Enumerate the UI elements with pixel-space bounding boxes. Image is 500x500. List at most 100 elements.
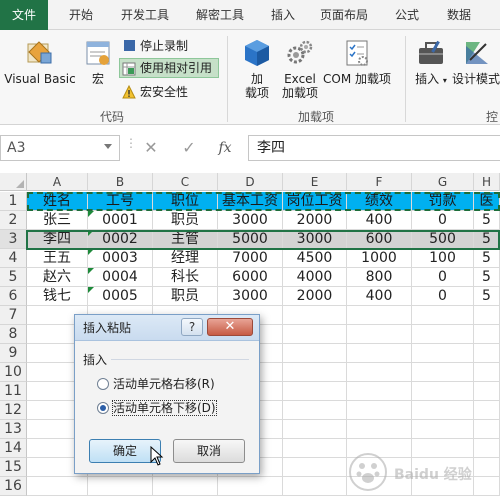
cell-a3[interactable]: 李四: [27, 230, 88, 249]
cell-h10[interactable]: [474, 363, 500, 382]
row-header-4[interactable]: 4: [0, 249, 27, 268]
column-header-g[interactable]: G: [412, 173, 474, 191]
cell-h5[interactable]: 5: [474, 268, 500, 287]
cell-e14[interactable]: [283, 439, 347, 458]
cell-f7[interactable]: [347, 306, 412, 325]
row-header-13[interactable]: 13: [0, 420, 27, 439]
cell-g5[interactable]: 0: [412, 268, 474, 287]
row-header-5[interactable]: 5: [0, 268, 27, 287]
cell-f3[interactable]: 600: [347, 230, 412, 249]
cell-b2[interactable]: 0001: [88, 211, 153, 230]
cell-d16[interactable]: [218, 477, 283, 496]
macros-button[interactable]: 宏: [82, 38, 114, 86]
cell-d3[interactable]: 5000: [218, 230, 283, 249]
cell-f13[interactable]: [347, 420, 412, 439]
ribbon-tab-1[interactable]: 开始: [58, 0, 104, 30]
cell-e3[interactable]: 3000: [283, 230, 347, 249]
cell-f4[interactable]: 1000: [347, 249, 412, 268]
cell-e5[interactable]: 4000: [283, 268, 347, 287]
cell-g9[interactable]: [412, 344, 474, 363]
formula-input[interactable]: 李四: [248, 135, 500, 161]
cell-g3[interactable]: 500: [412, 230, 474, 249]
cell-b16[interactable]: [88, 477, 153, 496]
cell-d4[interactable]: 7000: [218, 249, 283, 268]
cell-g4[interactable]: 100: [412, 249, 474, 268]
ribbon-tab-2[interactable]: 开发工具: [110, 0, 180, 30]
macro-security-button[interactable]: 宏安全性: [120, 82, 222, 102]
name-box-dropdown-icon[interactable]: [104, 144, 112, 149]
close-button[interactable]: ✕: [207, 318, 253, 336]
cell-f5[interactable]: 800: [347, 268, 412, 287]
cell-c3[interactable]: 主管: [153, 230, 218, 249]
cell-e16[interactable]: [283, 477, 347, 496]
row-header-7[interactable]: 7: [0, 306, 27, 325]
cell-c2[interactable]: 职员: [153, 211, 218, 230]
cancel-entry-icon[interactable]: ✕: [140, 137, 162, 159]
cell-h12[interactable]: [474, 401, 500, 420]
row-header-8[interactable]: 8: [0, 325, 27, 344]
cell-d1[interactable]: 基本工资: [218, 192, 283, 211]
cancel-button[interactable]: 取消: [173, 439, 245, 463]
column-header-a[interactable]: A: [27, 173, 88, 191]
row-header-14[interactable]: 14: [0, 439, 27, 458]
ribbon-tab-4[interactable]: 插入: [262, 0, 304, 30]
row-header-15[interactable]: 15: [0, 458, 27, 477]
cell-d5[interactable]: 6000: [218, 268, 283, 287]
ribbon-tab-0[interactable]: 文件: [0, 0, 48, 30]
stop-recording-button[interactable]: 停止录制: [120, 36, 222, 56]
cell-c4[interactable]: 经理: [153, 249, 218, 268]
cell-e11[interactable]: [283, 382, 347, 401]
column-header-f[interactable]: F: [347, 173, 412, 191]
cell-d2[interactable]: 3000: [218, 211, 283, 230]
ribbon-tab-5[interactable]: 页面布局: [311, 0, 377, 30]
row-header-9[interactable]: 9: [0, 344, 27, 363]
cell-h7[interactable]: [474, 306, 500, 325]
cell-g8[interactable]: [412, 325, 474, 344]
cell-h6[interactable]: 5: [474, 287, 500, 306]
cell-f12[interactable]: [347, 401, 412, 420]
cell-g6[interactable]: 0: [412, 287, 474, 306]
cell-h3[interactable]: 5: [474, 230, 500, 249]
cell-e1[interactable]: 岗位工资: [283, 192, 347, 211]
name-box[interactable]: A3: [0, 135, 120, 161]
cell-g7[interactable]: [412, 306, 474, 325]
cell-c6[interactable]: 职员: [153, 287, 218, 306]
ribbon-tab-6[interactable]: 公式: [385, 0, 429, 30]
column-header-d[interactable]: D: [218, 173, 283, 191]
ribbon-tab-3[interactable]: 解密工具: [187, 0, 253, 30]
radio-shift-down[interactable]: 活动单元格下移(D): [95, 399, 255, 417]
cell-e6[interactable]: 2000: [283, 287, 347, 306]
cell-f2[interactable]: 400: [347, 211, 412, 230]
cell-f6[interactable]: 400: [347, 287, 412, 306]
cell-f10[interactable]: [347, 363, 412, 382]
cell-d6[interactable]: 3000: [218, 287, 283, 306]
cell-c1[interactable]: 职位: [153, 192, 218, 211]
use-relative-references-button[interactable]: 使用相对引用: [119, 58, 219, 78]
cell-a2[interactable]: 张三: [27, 211, 88, 230]
cell-a16[interactable]: [27, 477, 88, 496]
cell-b5[interactable]: 0004: [88, 268, 153, 287]
row-header-6[interactable]: 6: [0, 287, 27, 306]
cell-g12[interactable]: [412, 401, 474, 420]
cell-h1[interactable]: 医: [474, 192, 500, 211]
insert-control-button[interactable]: 插入 ▾: [412, 38, 450, 88]
cell-a6[interactable]: 钱七: [27, 287, 88, 306]
cell-b3[interactable]: 0002: [88, 230, 153, 249]
cell-h11[interactable]: [474, 382, 500, 401]
cell-g13[interactable]: [412, 420, 474, 439]
addins-button[interactable]: 加 载项: [236, 38, 278, 100]
cell-g1[interactable]: 罚款: [412, 192, 474, 211]
cell-b4[interactable]: 0003: [88, 249, 153, 268]
cell-e8[interactable]: [283, 325, 347, 344]
cell-g10[interactable]: [412, 363, 474, 382]
cell-g11[interactable]: [412, 382, 474, 401]
cell-h8[interactable]: [474, 325, 500, 344]
radio-shift-right-circle[interactable]: [97, 378, 109, 390]
formula-bar-resize-handle[interactable]: ⋮: [125, 137, 137, 149]
cell-b6[interactable]: 0005: [88, 287, 153, 306]
cell-e10[interactable]: [283, 363, 347, 382]
cell-f9[interactable]: [347, 344, 412, 363]
radio-shift-down-circle[interactable]: [97, 402, 109, 414]
cell-b1[interactable]: 工号: [88, 192, 153, 211]
insert-function-icon[interactable]: fx: [214, 137, 236, 159]
